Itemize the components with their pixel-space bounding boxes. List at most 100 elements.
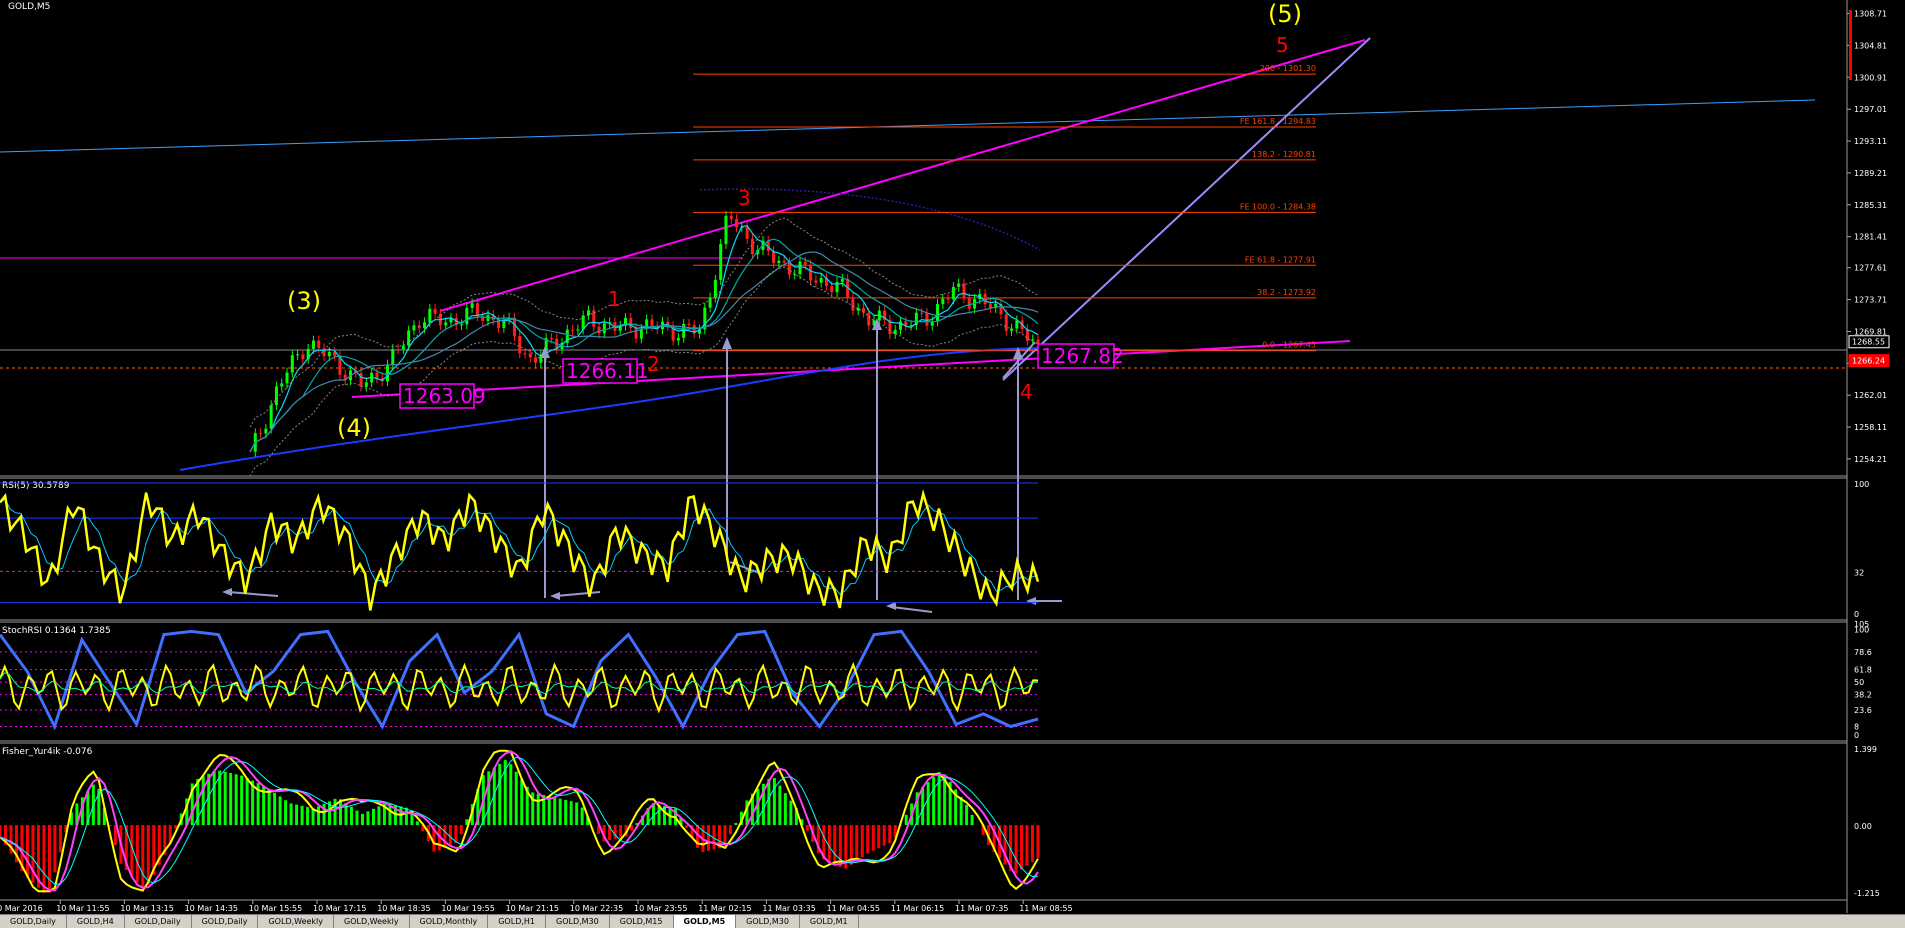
chart-tab[interactable]: GOLD,M5	[674, 915, 737, 928]
chart-tab[interactable]: GOLD,H1	[488, 915, 546, 928]
candle-body	[730, 216, 733, 219]
x-tick-label: 10 Mar 19:55	[441, 904, 494, 913]
fib-level-label: FE 100.0 - 1284.38	[1240, 202, 1316, 211]
fisher-histogram-bar	[564, 800, 567, 825]
fisher-histogram-bar	[0, 825, 2, 836]
x-tick-label: 11 Mar 07:35	[955, 904, 1008, 913]
candle-body	[328, 352, 331, 356]
time-axis[interactable]: 10 Mar 201610 Mar 11:5510 Mar 13:1510 Ma…	[0, 900, 1073, 913]
chart-tab[interactable]: GOLD,M1	[800, 915, 859, 928]
wave-label: 1	[608, 287, 621, 311]
candle-body	[735, 219, 738, 227]
fisher-histogram-bar	[361, 814, 364, 825]
trendlines-layer	[0, 38, 1847, 470]
y-tick-label: 1262.01	[1854, 391, 1887, 400]
fisher-histogram-bar	[806, 825, 809, 831]
chart-tab[interactable]: GOLD,M30	[736, 915, 800, 928]
x-tick-label: 10 Mar 21:15	[506, 904, 559, 913]
fisher-histogram-bar	[778, 786, 781, 825]
chart-tab[interactable]: GOLD,H4	[67, 915, 125, 928]
fisher-histogram-bar	[888, 825, 891, 843]
fisher-histogram-bar	[48, 825, 51, 892]
x-tick-label: 10 Mar 2016	[0, 904, 43, 913]
rsi-tick-label: 0	[1854, 610, 1859, 619]
fisher-histogram-bar	[559, 799, 562, 825]
stoch-fast-line	[0, 665, 1038, 711]
x-tick-label: 10 Mar 18:35	[377, 904, 430, 913]
fisher-histogram-bar	[26, 825, 29, 878]
price-axis[interactable]: 1308.711304.811300.911297.011293.111289.…	[1847, 10, 1889, 464]
fisher-histogram-bar	[927, 782, 930, 825]
fib-level-label: 200 - 1301.30	[1260, 64, 1316, 73]
candle-body	[524, 353, 527, 354]
chart-tab[interactable]: GOLD,M15	[610, 915, 674, 928]
candle-body	[301, 354, 304, 359]
fisher-histogram-bar	[229, 773, 232, 825]
candle-body	[407, 330, 410, 345]
fisher-histogram-bar	[372, 809, 375, 825]
fisher-histogram-bar	[575, 802, 578, 825]
candle-body	[635, 328, 638, 339]
chart-tab[interactable]: GOLD,M30	[546, 915, 610, 928]
fib-level-label: FE 161.8 - 1294.83	[1240, 117, 1316, 126]
fisher-histogram-bar	[619, 825, 622, 838]
candle-body	[952, 287, 955, 299]
fisher-histogram-bar	[460, 825, 463, 834]
chart-tab[interactable]: GOLD,Monthly	[410, 915, 489, 928]
candle-body	[428, 309, 431, 322]
candle-body	[703, 308, 706, 330]
candle-body	[867, 313, 870, 326]
candle-body	[936, 304, 939, 321]
candle-body	[402, 346, 405, 350]
rsi-tick-label: 32	[1854, 568, 1864, 577]
chart-window[interactable]: 200 - 1301.30FE 161.8 - 1294.83138.2 - 1…	[0, 0, 1905, 927]
chart-canvas[interactable]: 200 - 1301.30FE 161.8 - 1294.83138.2 - 1…	[0, 0, 1905, 927]
candle-body	[534, 357, 537, 362]
x-tick-label: 10 Mar 14:35	[185, 904, 238, 913]
fisher-histogram-bar	[883, 825, 886, 846]
candle-body	[783, 261, 786, 263]
chart-tab[interactable]: GOLD,Daily	[125, 915, 192, 928]
candle-body	[645, 319, 648, 329]
candle-body	[518, 336, 521, 353]
fisher-histogram-bar	[317, 806, 320, 825]
x-tick-label: 11 Mar 04:55	[827, 904, 880, 913]
fisher-histogram-bar	[147, 825, 150, 885]
chart-tab[interactable]: GOLD,Weekly	[334, 915, 410, 928]
fisher-histogram-bar	[767, 779, 770, 825]
fisher-histogram-bar	[53, 825, 56, 872]
candle-body	[460, 324, 463, 325]
fisher-histogram-bar	[707, 825, 710, 851]
fisher-histogram-bar	[284, 800, 287, 825]
chart-tab[interactable]: GOLD,Daily	[192, 915, 259, 928]
fisher-histogram-bar	[548, 796, 551, 825]
candle-body	[270, 405, 273, 429]
chart-tab[interactable]: GOLD,Weekly	[258, 915, 334, 928]
fisher-histogram-bar	[905, 815, 908, 825]
candle-body	[598, 327, 601, 334]
price-callout-2: 1266.11	[566, 359, 649, 383]
stoch-tick-label: 23.6	[1854, 706, 1872, 715]
chart-tab[interactable]: GOLD,Daily	[0, 915, 67, 928]
stochrsi-panel: 10510078.661.85038.223.680	[0, 620, 1872, 740]
wave-label: 3	[738, 186, 751, 210]
candle-body	[989, 304, 992, 308]
fisher-histogram-bar	[537, 794, 540, 825]
fisher-histogram-bar	[416, 821, 419, 825]
candle-body	[677, 338, 680, 341]
candle-body	[640, 329, 643, 339]
candle-body	[814, 280, 817, 282]
x-tick-label: 11 Mar 03:35	[762, 904, 815, 913]
y-tick-label: 1281.41	[1854, 233, 1887, 242]
y-tick-label: 1277.61	[1854, 264, 1887, 273]
rsi-signal-line	[0, 499, 1038, 594]
x-tick-label: 10 Mar 11:55	[56, 904, 109, 913]
fisher-histogram-bar	[828, 825, 831, 862]
candle-body	[793, 274, 796, 275]
fisher-histogram-bar	[734, 823, 737, 825]
fisher-histogram-bar	[235, 774, 238, 825]
y-tick-label: 1308.71	[1854, 10, 1887, 19]
fisher-histogram-bar	[366, 811, 369, 825]
fisher-histogram-bar	[515, 772, 518, 825]
candle-body	[851, 298, 854, 311]
